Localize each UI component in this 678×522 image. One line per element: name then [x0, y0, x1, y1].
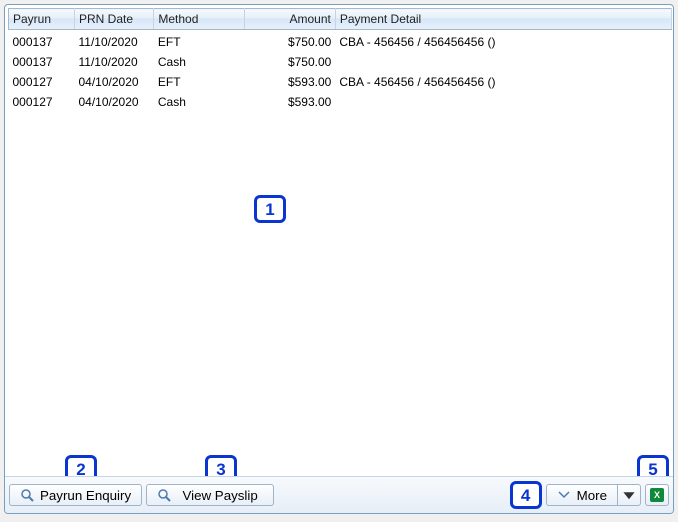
magnifier-icon — [157, 488, 171, 502]
more-dropdown-button[interactable] — [617, 484, 641, 506]
export-excel-button[interactable]: X — [645, 484, 669, 506]
cell-detail — [335, 92, 671, 112]
cell-payrun: 000137 — [9, 52, 75, 72]
table-row[interactable]: 00012704/10/2020Cash$593.00 — [9, 92, 672, 112]
callout-2: 2 — [65, 455, 97, 476]
column-header[interactable]: PRN Date — [74, 9, 153, 30]
caret-down-icon — [622, 488, 636, 502]
view-payslip-label: View Payslip — [177, 488, 263, 503]
more-button[interactable]: More — [546, 484, 617, 506]
cell-payrun: 000137 — [9, 30, 75, 53]
magnifier-icon — [20, 488, 34, 502]
chevron-down-outline-icon — [557, 488, 571, 502]
column-header[interactable]: Method — [154, 9, 245, 30]
table-body[interactable]: 00013711/10/2020EFT$750.00CBA - 456456 /… — [9, 30, 672, 113]
payrun-enquiry-label: Payrun Enquiry — [40, 488, 131, 503]
table-header: PayrunPRN DateMethodAmountPayment Detail — [9, 9, 672, 30]
cell-amount: $593.00 — [245, 72, 336, 92]
cell-detail: CBA - 456456 / 456456456 () — [335, 72, 671, 92]
view-payslip-button[interactable]: View Payslip — [146, 484, 274, 506]
callout-3: 3 — [205, 455, 237, 476]
cell-payrun: 000127 — [9, 72, 75, 92]
cell-detail: CBA - 456456 / 456456456 () — [335, 30, 671, 53]
more-label: More — [577, 488, 607, 503]
cell-prn_date: 11/10/2020 — [74, 30, 153, 53]
payment-table: PayrunPRN DateMethodAmountPayment Detail… — [8, 8, 672, 112]
cell-prn_date: 11/10/2020 — [74, 52, 153, 72]
payment-history-window: PayrunPRN DateMethodAmountPayment Detail… — [4, 4, 674, 514]
cell-amount: $750.00 — [245, 52, 336, 72]
cell-detail — [335, 52, 671, 72]
cell-method: EFT — [154, 72, 245, 92]
callout-5: 5 — [637, 455, 669, 476]
cell-method: Cash — [154, 52, 245, 72]
callout-4: 4 — [510, 481, 542, 509]
table-row[interactable]: 00012704/10/2020EFT$593.00CBA - 456456 /… — [9, 72, 672, 92]
table-row[interactable]: 00013711/10/2020EFT$750.00CBA - 456456 /… — [9, 30, 672, 53]
more-button-group: More — [546, 484, 641, 506]
cell-amount: $593.00 — [245, 92, 336, 112]
cell-amount: $750.00 — [245, 30, 336, 53]
cell-method: Cash — [154, 92, 245, 112]
excel-icon: X — [650, 488, 664, 502]
table-row[interactable]: 00013711/10/2020Cash$750.00 — [9, 52, 672, 72]
cell-prn_date: 04/10/2020 — [74, 92, 153, 112]
cell-prn_date: 04/10/2020 — [74, 72, 153, 92]
toolbar: Payrun Enquiry View Payslip 4 More — [5, 476, 673, 513]
column-header[interactable]: Payment Detail — [335, 9, 671, 30]
table-container: PayrunPRN DateMethodAmountPayment Detail… — [5, 5, 673, 476]
cell-payrun: 000127 — [9, 92, 75, 112]
cell-method: EFT — [154, 30, 245, 53]
payrun-enquiry-button[interactable]: Payrun Enquiry — [9, 484, 142, 506]
callout-1: 1 — [254, 195, 286, 223]
column-header[interactable]: Payrun — [9, 9, 75, 30]
column-header[interactable]: Amount — [245, 9, 336, 30]
